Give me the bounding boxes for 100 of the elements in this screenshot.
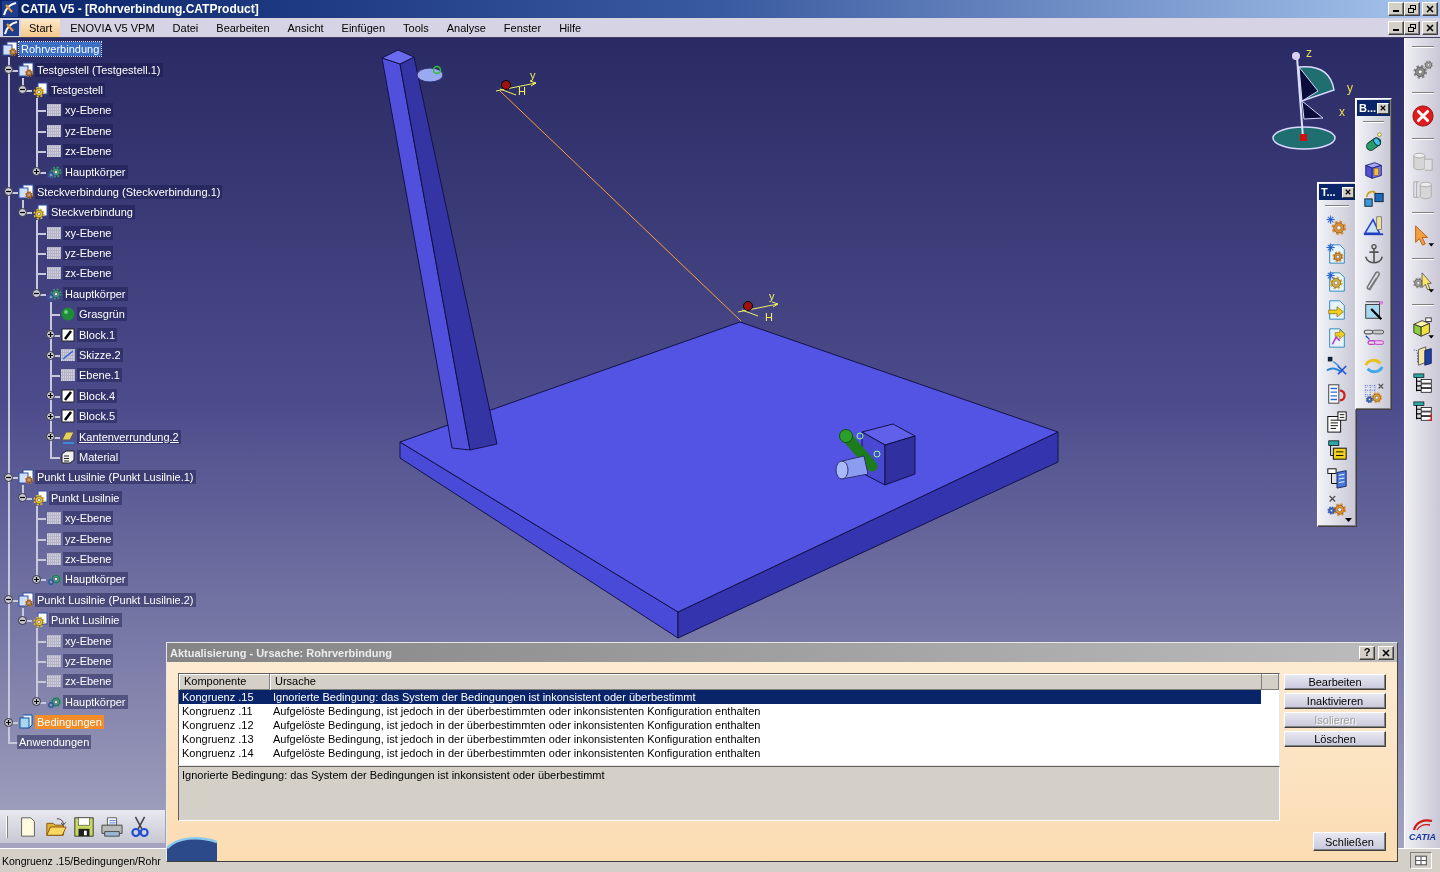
action-button[interactable]: Inaktivieren bbox=[1284, 693, 1386, 709]
tree-item[interactable]: xy-Ebene bbox=[63, 103, 114, 118]
close-dialog-button[interactable]: Schließen bbox=[1313, 832, 1386, 851]
cancel-icon[interactable] bbox=[1411, 105, 1434, 127]
tree-item[interactable]: Testgestell (Testgestell.1) bbox=[35, 62, 163, 77]
tree-item[interactable]: Punkt Lusilnie (Punkt Lusilnie.2) bbox=[35, 592, 196, 607]
tree-item[interactable]: Kantenverrundung.2 bbox=[77, 429, 181, 444]
tree-item[interactable]: Block.5 bbox=[77, 409, 118, 424]
list-arrow-icon[interactable] bbox=[1326, 383, 1348, 405]
collapse-icon[interactable] bbox=[17, 493, 27, 503]
tree-item[interactable]: Steckverbindung bbox=[49, 205, 135, 220]
tree-item[interactable]: Punkt Lusilnie bbox=[49, 613, 122, 628]
grid-gear-icon[interactable] bbox=[1362, 383, 1385, 405]
menu-item[interactable]: Datei bbox=[164, 18, 207, 37]
tree-item[interactable]: zx-Ebene bbox=[63, 551, 114, 566]
menu-item[interactable]: Ansicht bbox=[279, 18, 332, 37]
action-button[interactable]: Bearbeiten bbox=[1284, 674, 1386, 690]
close-button[interactable] bbox=[1377, 102, 1389, 114]
table-cell[interactable]: Aufgelöste Bedingung, ist jedoch in der überbestimmten oder inkonsistenten Konfiguration enthalten bbox=[270, 746, 1261, 760]
save-icon[interactable] bbox=[73, 815, 95, 838]
panels-icon[interactable] bbox=[1411, 345, 1434, 367]
tree-item[interactable]: Hauptkörper bbox=[63, 164, 128, 179]
page-arrow-icon[interactable] bbox=[1326, 327, 1348, 349]
table-cell[interactable]: Kongruenz .13 bbox=[179, 732, 270, 746]
tree-item[interactable]: Hauptkörper bbox=[63, 694, 128, 709]
expand-icon[interactable] bbox=[45, 391, 55, 401]
tree-item[interactable]: zx-Ebene bbox=[63, 266, 114, 281]
tree-item[interactable]: Block.4 bbox=[77, 388, 118, 403]
arrows-icon[interactable] bbox=[1326, 355, 1348, 377]
close-button[interactable] bbox=[1378, 645, 1394, 660]
tree-item[interactable]: Punkt Lusilnie (Punkt Lusilnie.1) bbox=[35, 470, 196, 485]
collapse-icon[interactable] bbox=[17, 207, 27, 217]
expand-icon[interactable] bbox=[31, 574, 41, 584]
tree-item[interactable]: Punkt Lusilnie bbox=[49, 490, 122, 505]
restore-button[interactable] bbox=[1404, 2, 1420, 16]
menu-item[interactable]: Analyse bbox=[438, 18, 494, 37]
tree-item[interactable]: Hauptkörper bbox=[63, 572, 128, 587]
gear-pointer-icon[interactable] bbox=[1411, 271, 1434, 293]
help-button[interactable]: ? bbox=[1359, 645, 1375, 660]
expand-icon[interactable] bbox=[31, 167, 41, 177]
menu-item[interactable]: Tools bbox=[395, 18, 437, 37]
tree-box-icon[interactable] bbox=[1326, 439, 1348, 461]
caret-icon[interactable] bbox=[1345, 518, 1352, 522]
logo-icon[interactable] bbox=[3, 19, 19, 36]
expand-icon[interactable] bbox=[31, 697, 41, 707]
menu-item[interactable]: Bearbeiten bbox=[208, 18, 278, 37]
gears-icon[interactable] bbox=[1326, 495, 1348, 517]
table-cell[interactable]: Kongruenz .15 bbox=[179, 690, 270, 704]
tree-item[interactable]: yz-Ebene bbox=[63, 653, 114, 668]
close-button[interactable] bbox=[1422, 2, 1438, 16]
menu-item[interactable]: Hilfe bbox=[551, 18, 590, 37]
expand-icon[interactable] bbox=[45, 330, 55, 340]
table-cell[interactable]: Ignorierte Bedingung: das System der Bedingungen ist inkonsistent oder überbestimmt bbox=[270, 690, 1261, 704]
close-button[interactable] bbox=[1422, 20, 1438, 35]
panel-icon[interactable] bbox=[1410, 852, 1432, 869]
tree-item[interactable]: yz-Ebene bbox=[63, 123, 114, 138]
collapse-icon[interactable] bbox=[31, 289, 41, 299]
tree-item[interactable]: xy-Ebene bbox=[63, 633, 114, 648]
collapse-icon[interactable] bbox=[3, 187, 13, 197]
tree-page-icon[interactable] bbox=[1326, 467, 1348, 489]
anchor-icon[interactable] bbox=[1362, 243, 1385, 265]
minimize-button[interactable] bbox=[1388, 2, 1404, 16]
expand-icon[interactable] bbox=[45, 432, 55, 442]
cube-icon[interactable] bbox=[1411, 317, 1434, 339]
tree-item[interactable]: Anwendungen bbox=[17, 735, 92, 750]
table-cell[interactable]: Kongruenz .12 bbox=[179, 718, 270, 732]
table-cell[interactable]: Kongruenz .14 bbox=[179, 746, 270, 760]
table-cell[interactable]: Aufgelöste Bedingung, ist jedoch in der überbestimmten oder inkonsistenten Konfiguration enthalten bbox=[270, 718, 1261, 732]
collapse-icon[interactable] bbox=[17, 85, 27, 95]
open-folder-icon[interactable] bbox=[45, 815, 67, 838]
gear-page-icon[interactable] bbox=[1326, 271, 1348, 293]
gears-icon[interactable] bbox=[1411, 59, 1434, 81]
collapse-icon[interactable] bbox=[17, 615, 27, 625]
tree-item[interactable]: yz-Ebene bbox=[63, 246, 114, 261]
tree-icon[interactable] bbox=[1411, 401, 1434, 423]
tree-item[interactable]: Rohrverbindung bbox=[19, 42, 102, 57]
action-button[interactable]: Löschen bbox=[1284, 731, 1386, 747]
close-button[interactable] bbox=[1342, 186, 1354, 198]
print-icon[interactable] bbox=[101, 815, 123, 838]
tree-item[interactable]: Block.1 bbox=[77, 327, 118, 342]
tree-item[interactable]: Testgestell bbox=[49, 82, 105, 97]
restore-button[interactable] bbox=[1404, 20, 1420, 35]
tree-item[interactable]: Grasgrün bbox=[77, 307, 127, 322]
gear-page-icon[interactable] bbox=[1326, 243, 1348, 265]
expand-icon[interactable] bbox=[45, 411, 55, 421]
expand-icon[interactable] bbox=[45, 350, 55, 360]
collapse-icon[interactable] bbox=[3, 595, 13, 605]
gear-sparkle-icon[interactable] bbox=[1326, 215, 1348, 237]
page-arrow-icon[interactable] bbox=[1326, 299, 1348, 321]
cut-icon[interactable] bbox=[129, 815, 151, 838]
tree-item[interactable]: xy-Ebene bbox=[63, 225, 114, 240]
page-lines-icon[interactable] bbox=[1326, 411, 1348, 433]
table-cell[interactable]: Aufgelöste Bedingung, ist jedoch in der überbestimmten oder inkonsistenten Konfiguration enthalten bbox=[270, 732, 1261, 746]
triangle-ruler-icon[interactable] bbox=[1362, 215, 1385, 237]
tree-item[interactable]: Hauptkörper bbox=[63, 286, 128, 301]
minimize-button[interactable] bbox=[1388, 20, 1404, 35]
tree-item[interactable]: xy-Ebene bbox=[63, 511, 114, 526]
tree-item[interactable]: zx-Ebene bbox=[63, 144, 114, 159]
tree-item[interactable]: Material bbox=[77, 450, 121, 464]
tree-item[interactable]: Ebene.1 bbox=[77, 368, 122, 383]
